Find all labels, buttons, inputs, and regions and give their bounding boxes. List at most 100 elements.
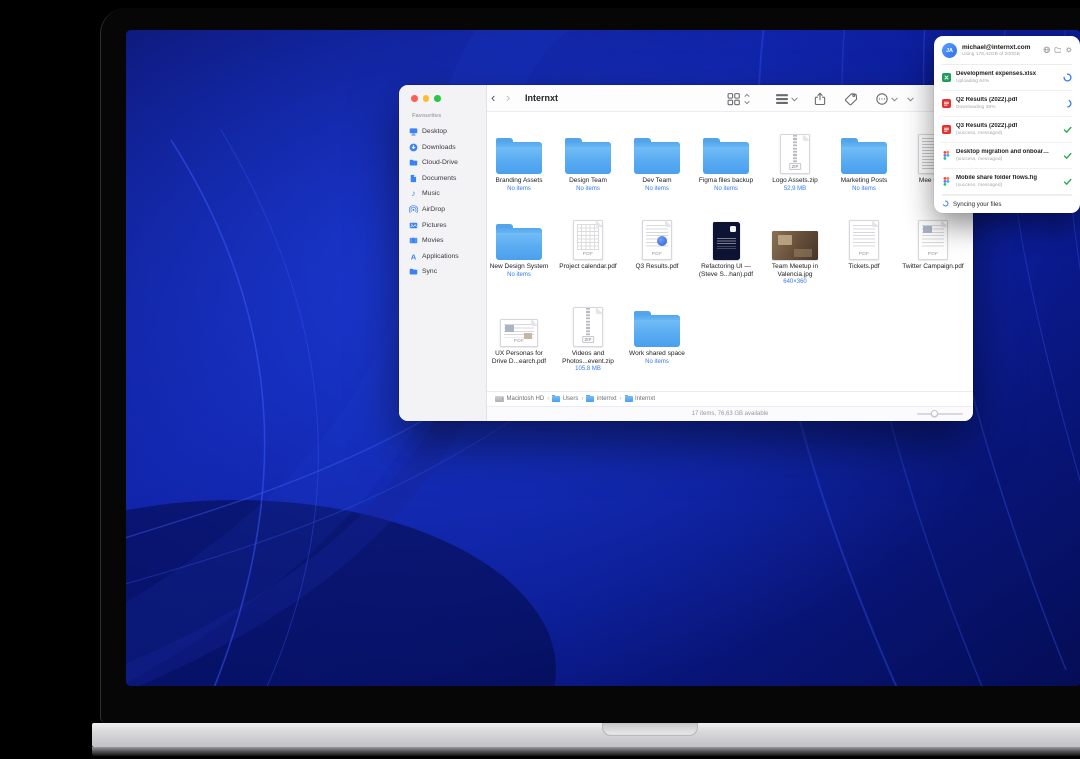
sidebar-item-pictures[interactable]: Pictures: [409, 219, 483, 232]
applications-icon: A: [409, 252, 418, 261]
folder-icon: [409, 158, 418, 167]
chevron-down-icon[interactable]: [907, 97, 914, 103]
folder-icon[interactable]: [1054, 46, 1062, 56]
laptop-bezel: Favourites Desktop Downloads Cloud-Drive…: [100, 8, 1080, 723]
chevron-right-icon: ›: [547, 396, 549, 402]
sidebar-item-label: Documents: [422, 175, 456, 182]
window-title: Internxt: [525, 85, 558, 112]
file-item[interactable]: ZIP Videos and Photos...event.zip 105,8 …: [556, 303, 620, 372]
sidebar-item-desktop[interactable]: Desktop: [409, 125, 483, 138]
sync-status-footer: Syncing your files: [942, 195, 1072, 213]
folder-icon: [565, 142, 611, 174]
svg-text:A: A: [411, 252, 417, 261]
sidebar-item-movies[interactable]: Movies: [409, 234, 483, 247]
sidebar-item-applications[interactable]: A Applications: [409, 250, 483, 263]
chevron-down-icon[interactable]: [891, 97, 898, 103]
sync-item[interactable]: Mobile share folder flows.fig (success, …: [942, 169, 1072, 195]
account-email: michael@internxt.com: [962, 44, 1030, 51]
sync-widget-popup: JA michael@internxt.com Using 176,42GB o…: [934, 36, 1080, 213]
folder-icon: [703, 142, 749, 174]
zip-file-icon: ZIP: [573, 307, 603, 347]
sync-item[interactable]: Development expenses.xlsx Uploading 64%: [942, 65, 1072, 91]
pdf-file-icon: PDF: [642, 220, 672, 260]
close-button[interactable]: [411, 95, 418, 102]
sidebar-item-downloads[interactable]: Downloads: [409, 141, 483, 154]
file-item[interactable]: Branding Assets No items: [487, 130, 551, 192]
sidebar-item-label: Downloads: [422, 144, 456, 151]
sidebar-item-cloud-drive[interactable]: Cloud-Drive: [409, 156, 483, 169]
sort-toggle-icon[interactable]: [744, 93, 750, 105]
sidebar-item-airdrop[interactable]: AirDrop: [409, 203, 483, 216]
pdf-icon: [942, 125, 951, 134]
file-item[interactable]: Refactoring UI — (Steve S...han).pdf: [694, 216, 758, 278]
minimize-button[interactable]: [423, 95, 430, 102]
finder-window: Favourites Desktop Downloads Cloud-Drive…: [399, 85, 973, 421]
zoom-button[interactable]: [434, 95, 441, 102]
downloads-icon: [409, 143, 418, 152]
folder-icon: [625, 396, 633, 402]
pdf-file-icon: PDF: [573, 220, 603, 260]
slider-track[interactable]: [917, 413, 963, 415]
sidebar-item-label: AirDrop: [422, 206, 445, 213]
status-summary: 17 items, 76,63 GB available: [487, 406, 973, 421]
group-view-icon[interactable]: [775, 92, 789, 106]
file-item[interactable]: Dev Team No items: [625, 130, 689, 192]
globe-icon[interactable]: [1043, 46, 1051, 56]
breadcrumb-item[interactable]: internxt: [586, 396, 616, 402]
file-item[interactable]: PDF Twitter Campaign.pdf: [901, 216, 965, 271]
file-item[interactable]: New Design System No items: [487, 216, 551, 278]
file-item[interactable]: Figma files backup No items: [694, 130, 758, 192]
sidebar-item-sync[interactable]: Sync: [409, 265, 483, 278]
harddrive-icon: [495, 396, 504, 402]
file-item[interactable]: Team Meetup in Valencia.jpg 640×360: [763, 216, 827, 285]
sidebar-item-music[interactable]: ♪ Music: [409, 187, 483, 200]
check-icon: [1063, 177, 1072, 186]
window-controls: [411, 95, 441, 102]
chevron-right-icon: ›: [581, 396, 583, 402]
forward-button[interactable]: ›: [506, 85, 510, 112]
file-item[interactable]: ZIP Logo Assets.zip 52,9 MB: [763, 130, 827, 192]
zip-file-icon: ZIP: [780, 134, 810, 174]
chevron-right-icon: ›: [620, 396, 622, 402]
sidebar-item-label: Desktop: [422, 128, 447, 135]
tag-icon[interactable]: [844, 92, 858, 106]
back-button[interactable]: ‹: [491, 85, 495, 112]
folder-icon: [586, 396, 594, 402]
finder-main: ‹ › Internxt Branding Assets: [487, 85, 973, 421]
more-actions-icon[interactable]: [875, 92, 889, 106]
breadcrumb-item[interactable]: Macintosh HD: [495, 396, 544, 402]
slider-knob[interactable]: [931, 410, 938, 417]
pdf-file-icon: PDF: [500, 319, 538, 347]
file-item[interactable]: PDF Project calendar.pdf: [556, 216, 620, 271]
breadcrumb-item[interactable]: Users: [552, 396, 578, 402]
grid-view-icon[interactable]: [727, 92, 741, 106]
sync-item[interactable]: Desktop migration and onboardi... (succe…: [942, 143, 1072, 169]
progress-spinner-icon: [1063, 73, 1072, 82]
chevron-down-icon[interactable]: [791, 97, 798, 103]
file-item[interactable]: PDF Tickets.pdf: [832, 216, 896, 271]
share-icon[interactable]: [813, 92, 827, 106]
figma-icon: [942, 151, 951, 160]
sync-item[interactable]: Q3 Results (2022).pdf (success, messaged…: [942, 117, 1072, 143]
pictures-icon: [409, 221, 418, 230]
file-item[interactable]: Marketing Posts No items: [832, 130, 896, 192]
pdf-file-icon: PDF: [918, 220, 948, 260]
sync-item[interactable]: Q2 Results (2022).pdf Downloading 35%: [942, 91, 1072, 117]
sidebar-item-label: Applications: [422, 253, 459, 260]
file-item[interactable]: PDF UX Personas for Drive D...earch.pdf: [487, 303, 551, 365]
pdf-icon: [942, 99, 951, 108]
folder-icon: [552, 396, 560, 402]
xlsx-icon: [942, 73, 951, 82]
icon-size-slider[interactable]: [917, 410, 963, 417]
sidebar-item-label: Pictures: [422, 222, 447, 229]
file-item[interactable]: Work shared space No items: [625, 303, 689, 365]
file-item[interactable]: PDF Q3 Results.pdf: [625, 216, 689, 271]
sidebar-item-documents[interactable]: Documents: [409, 172, 483, 185]
avatar: JA: [942, 43, 957, 58]
sidebar-item-label: Cloud-Drive: [422, 159, 458, 166]
image-thumbnail: [923, 226, 932, 233]
gear-icon[interactable]: [1065, 46, 1073, 56]
breadcrumb-item[interactable]: Internxt: [625, 396, 656, 402]
file-item[interactable]: Design Team No items: [556, 130, 620, 192]
finder-sidebar: Favourites Desktop Downloads Cloud-Drive…: [399, 85, 487, 421]
